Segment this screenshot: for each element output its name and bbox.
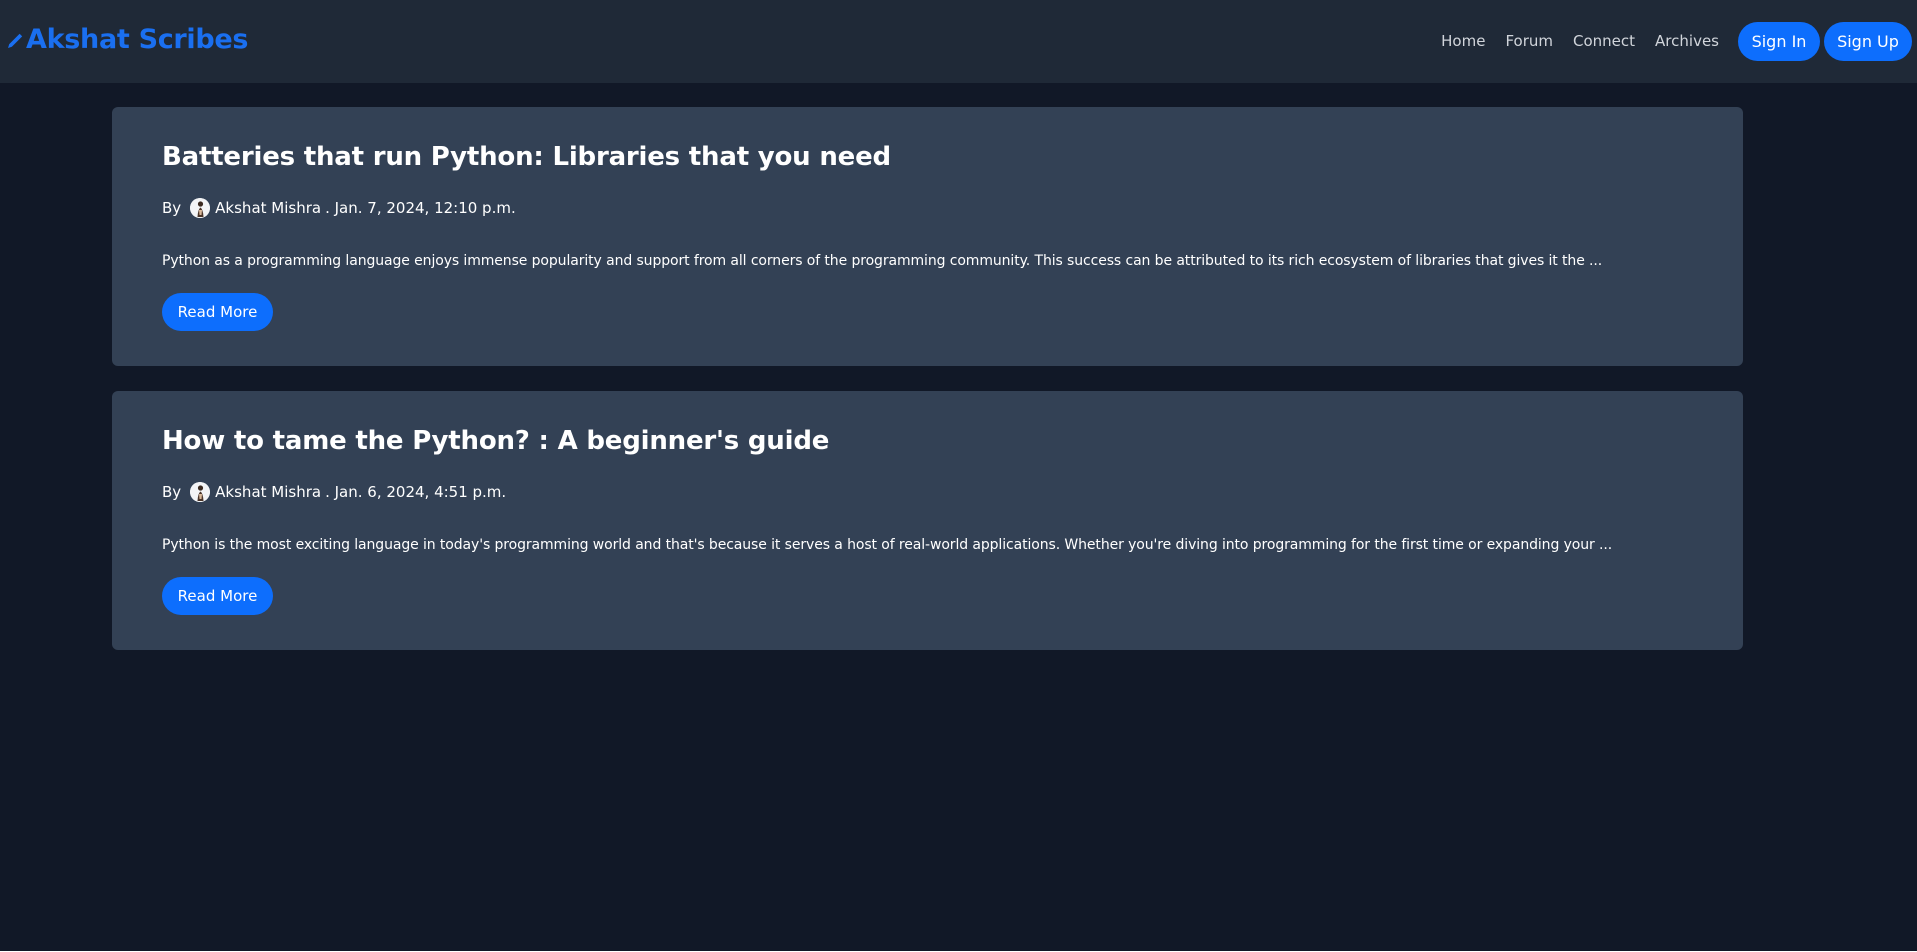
post-meta: By Akshat Mishra . Jan. 7, 2024, 12:10 p…	[162, 197, 516, 219]
post-excerpt: Python is the most exciting language in …	[162, 537, 1613, 553]
read-more-button[interactable]: Read More	[162, 577, 273, 615]
post-title[interactable]: Batteries that run Python: Libraries tha…	[162, 142, 891, 172]
brand-link[interactable]: Akshat Scribes	[6, 22, 249, 56]
nav-link-home[interactable]: Home	[1441, 32, 1485, 50]
by-label: By	[162, 199, 182, 217]
nav-links: Home Forum Connect Archives	[1421, 30, 1719, 52]
author-name[interactable]: Akshat Mishra	[215, 483, 321, 501]
nav-link-archives[interactable]: Archives	[1655, 32, 1719, 50]
pencil-icon	[8, 33, 23, 48]
post-title[interactable]: How to tame the Python? : A beginner's g…	[162, 426, 829, 456]
author-name[interactable]: Akshat Mishra	[215, 199, 321, 217]
post-card: Batteries that run Python: Libraries tha…	[112, 107, 1743, 366]
sign-in-button[interactable]: Sign In	[1738, 22, 1820, 61]
post-card: How to tame the Python? : A beginner's g…	[112, 391, 1743, 650]
read-more-button[interactable]: Read More	[162, 293, 273, 331]
author-avatar	[190, 482, 211, 502]
navbar: Akshat Scribes Home Forum Connect Archiv…	[0, 0, 1917, 83]
nav-link-forum[interactable]: Forum	[1505, 32, 1553, 50]
page: Akshat Scribes Home Forum Connect Archiv…	[0, 0, 1917, 951]
brand-name: Akshat Scribes	[26, 23, 249, 55]
post-excerpt: Python as a programming language enjoys …	[162, 253, 1603, 269]
author-avatar	[190, 198, 211, 218]
avatar-portrait-icon	[190, 482, 211, 502]
post-date: . Jan. 7, 2024, 12:10 p.m.	[325, 199, 516, 217]
nav-link-connect[interactable]: Connect	[1573, 32, 1635, 50]
by-label: By	[162, 483, 182, 501]
post-meta: By Akshat Mishra . Jan. 6, 2024, 4:51 p.…	[162, 481, 506, 503]
avatar-portrait-icon	[190, 198, 211, 218]
sign-up-button[interactable]: Sign Up	[1824, 22, 1912, 61]
post-date: . Jan. 6, 2024, 4:51 p.m.	[325, 483, 507, 501]
